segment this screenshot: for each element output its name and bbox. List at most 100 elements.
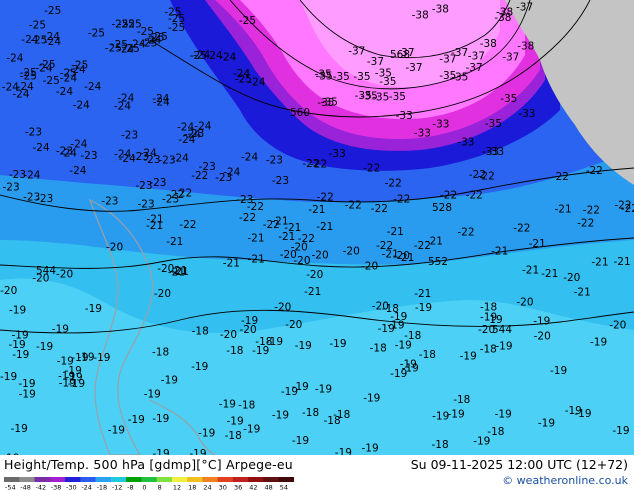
temperature-label: -23 <box>158 155 175 167</box>
temperature-label: -24 <box>43 31 60 43</box>
temperature-label: -24 <box>17 81 34 93</box>
temperature-label: -18 <box>152 347 169 359</box>
temperature-label: -22 <box>440 190 457 202</box>
temperature-label: -23 <box>149 177 166 189</box>
temperature-label: -25 <box>29 19 46 31</box>
temperature-label: -22 <box>371 203 388 215</box>
temperature-label: -23 <box>215 172 232 184</box>
temperature-label: -19 <box>329 338 346 350</box>
temperature-label: -19 <box>495 341 512 353</box>
scale-swatch <box>202 477 219 482</box>
scale-swatch <box>141 477 158 482</box>
temperature-label: -19 <box>198 428 215 440</box>
temperature-label: -20 <box>516 296 533 308</box>
temperature-label: -18 <box>480 301 497 313</box>
temperature-label: -22 <box>317 192 334 204</box>
temperature-label: -22 <box>363 162 380 174</box>
temperature-label: -20 <box>361 260 378 272</box>
map-title: Height/Temp. 500 hPa [gdmp][°C] Arpege-e… <box>4 457 293 472</box>
scale-tick-label: -54 <box>5 484 16 490</box>
scale-swatch <box>278 477 294 482</box>
scale-tick-label: 24 <box>203 484 211 490</box>
scale-swatch <box>34 477 51 482</box>
temperature-label: -19 <box>12 329 29 341</box>
temperature-label: -35 <box>389 91 406 103</box>
temperature-label: -21 <box>529 238 546 250</box>
temperature-label: -24 <box>56 86 73 98</box>
contour-label-552: 552 <box>428 256 448 268</box>
temperature-label: -18 <box>226 345 243 357</box>
temperature-label: -20 <box>154 288 171 300</box>
scale-tick-label: 0 <box>142 484 146 490</box>
temperature-label: -25 <box>239 15 256 27</box>
temperature-label: -19 <box>574 408 591 420</box>
temperature-label: -19 <box>612 425 629 437</box>
temperature-label: -19 <box>448 409 465 421</box>
temperature-label: -18 <box>370 342 387 354</box>
temperature-label: -18 <box>192 326 209 338</box>
temperature-label: -18 <box>480 344 497 356</box>
temperature-label: -19 <box>363 393 380 405</box>
temperature-label: -21 <box>591 257 608 269</box>
temperature-label: -19 <box>227 416 244 428</box>
temperature-label: -22 <box>577 217 594 229</box>
temperature-label: -35 <box>317 97 334 109</box>
weather-map: 544 528 552 544 560 568 -25-25-25-25-25-… <box>0 0 634 455</box>
scale-tick-label: -30 <box>66 484 77 490</box>
temperature-label: -25 <box>88 27 105 39</box>
temperature-label: -18 <box>432 439 449 451</box>
scale-tick-label: 12 <box>173 484 181 490</box>
temperature-label: -23 <box>56 145 73 157</box>
temperature-label: -35 <box>315 69 332 81</box>
scale-swatch <box>19 477 36 482</box>
temperature-label: -25 <box>168 22 185 34</box>
temperature-label: -19 <box>189 448 206 455</box>
temperature-label: -21 <box>426 236 443 248</box>
scale-tick-label: 8 <box>158 484 162 490</box>
temperature-label: -38 <box>517 40 534 52</box>
copyright-link[interactable]: © weatheronline.co.uk <box>502 474 628 487</box>
temperature-label: -25 <box>43 75 60 87</box>
temperature-label: -38 <box>480 38 497 50</box>
temperature-label: -33 <box>487 146 504 158</box>
temperature-label: -20 <box>106 241 123 253</box>
scale-tick-label: -24 <box>81 484 92 490</box>
temperature-label: -21 <box>541 268 558 280</box>
temperature-label: -24 <box>233 68 250 80</box>
temperature-label: -21 <box>387 226 404 238</box>
scale-swatch <box>4 477 20 482</box>
temperature-label: -22 <box>239 212 256 224</box>
temperature-label: -22 <box>614 200 631 212</box>
temperature-label: -19 <box>9 305 26 317</box>
temperature-label: -22 <box>167 189 184 201</box>
temperature-label: -21 <box>522 265 539 277</box>
scale-swatch <box>156 477 173 482</box>
temperature-label: -19 <box>281 386 298 398</box>
temperature-label: -23 <box>266 154 283 166</box>
temperature-label: -22 <box>310 158 327 170</box>
temperature-label: -21 <box>247 233 264 245</box>
temperature-label: -19 <box>36 341 53 353</box>
temperature-label: -24 <box>35 62 52 74</box>
temperature-label: -24 <box>73 99 90 111</box>
temperature-label: -35 <box>355 90 372 102</box>
temperature-label: -19 <box>241 315 258 327</box>
temperature-label: -22 <box>345 199 362 211</box>
scale-tick-label: 54 <box>280 484 288 490</box>
temperature-label: -19 <box>533 316 550 328</box>
temperature-label: -21 <box>304 286 321 298</box>
temperature-label: -35 <box>375 67 392 79</box>
temperature-label: -33 <box>396 110 413 122</box>
temperature-label: -20 <box>293 255 310 267</box>
temperature-label: -18 <box>487 426 504 438</box>
temperature-label: -24 <box>60 72 77 84</box>
temperature-label: -24 <box>206 50 223 62</box>
temperature-label: -37 <box>516 1 533 13</box>
forecast-datetime: Su 09-11-2025 12:00 UTC (12+72) <box>410 457 628 472</box>
scale-swatch <box>171 477 188 482</box>
temperature-label: -20 <box>285 319 302 331</box>
temperature-label: -21 <box>614 256 631 268</box>
temperature-label: -18 <box>453 394 470 406</box>
temperature-label: -19 <box>460 351 477 363</box>
temperature-label: -19 <box>550 365 567 377</box>
